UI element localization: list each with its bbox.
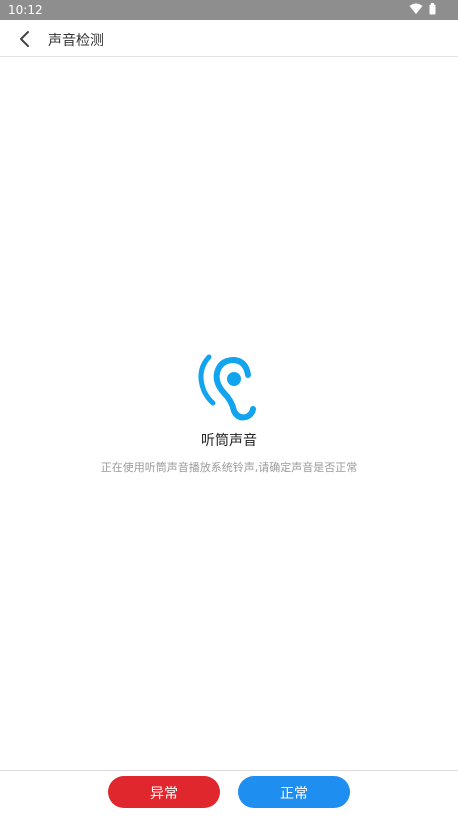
battery-icon xyxy=(429,3,436,15)
status-bar: 10:12 xyxy=(0,0,458,20)
normal-button[interactable]: 正常 xyxy=(238,776,350,808)
status-time: 10:12 xyxy=(8,3,43,17)
abnormal-button[interactable]: 异常 xyxy=(108,776,220,808)
ear-icon xyxy=(198,354,256,421)
status-icons xyxy=(409,3,436,15)
content-area: 听筒声音 正在使用听筒声音播放系统铃声,请确定声音是否正常 xyxy=(0,57,458,770)
header: 声音检测 xyxy=(0,20,458,57)
page-title: 声音检测 xyxy=(48,33,104,49)
wifi-icon xyxy=(409,3,423,14)
back-button[interactable] xyxy=(14,28,36,50)
footer: 异常 正常 xyxy=(0,770,458,816)
description-text: 正在使用听筒声音播放系统铃声,请确定声音是否正常 xyxy=(100,461,358,474)
section-title: 听筒声音 xyxy=(201,433,257,449)
